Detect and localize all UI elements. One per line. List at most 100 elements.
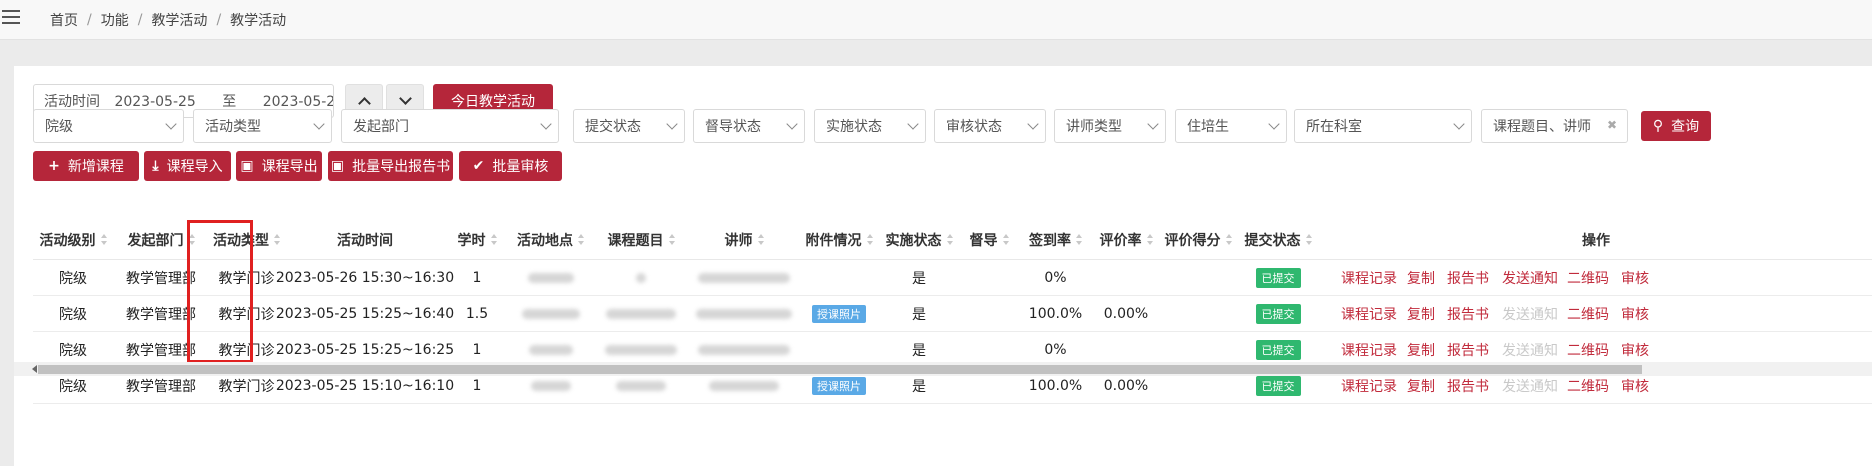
copy-link[interactable]: 复制 <box>1407 296 1435 332</box>
col-submit-status[interactable]: 提交状态 <box>1236 220 1320 260</box>
col-operations-label: 操作 <box>1582 233 1610 249</box>
check-icon: ✔ <box>472 158 485 174</box>
col-submit-status-label: 提交状态 <box>1244 233 1301 249</box>
date-to[interactable]: 2023-05-26 <box>263 94 333 110</box>
sort-icon[interactable] <box>1076 234 1082 246</box>
batch-export-report-button[interactable]: ▣ 批量导出报告书 <box>328 151 453 181</box>
resident-select[interactable]: 住培生 <box>1175 109 1287 143</box>
col-topic[interactable]: 课程题目 <box>593 220 689 260</box>
col-checkin[interactable]: 签到率 <box>1019 220 1092 260</box>
cell-sup <box>959 260 1019 296</box>
audit-link[interactable]: 审核 <box>1621 260 1649 296</box>
cell-evalrate: 0.00% <box>1103 306 1149 322</box>
col-topic-label: 课程题目 <box>607 233 664 249</box>
level-select[interactable]: 院级 <box>33 109 184 143</box>
breadcrumb-function[interactable]: 功能 <box>101 10 129 30</box>
excel-icon: ▣ <box>330 158 345 174</box>
implement-status-value: 实施状态 <box>826 119 882 135</box>
search-icon: ⚲ <box>1652 118 1664 134</box>
sort-icon[interactable] <box>1305 234 1312 246</box>
scrollbar-thumb[interactable] <box>38 365 1642 374</box>
breadcrumb-sep: / <box>87 12 92 28</box>
activity-type-value: 活动类型 <box>205 119 261 135</box>
submit-status-select[interactable]: 提交状态 <box>573 109 685 143</box>
cell-attachment <box>799 260 879 296</box>
attachment-badge[interactable]: 授课照片 <box>812 305 866 323</box>
chevron-down-icon <box>540 118 552 130</box>
breadcrumb-teaching[interactable]: 教学活动 <box>151 10 207 30</box>
cell-topic <box>593 296 689 332</box>
query-label: 查询 <box>1671 119 1700 135</box>
query-button[interactable]: ⚲ 查询 <box>1641 111 1711 141</box>
course-table: 活动级别 发起部门 活动类型 活动时间 学时 活动地点 课程题目 讲师 附件情况… <box>33 220 1872 454</box>
sort-icon[interactable] <box>757 234 764 246</box>
menu-icon[interactable] <box>2 10 20 26</box>
scroll-left-icon[interactable] <box>32 365 37 373</box>
report-link[interactable]: 报告书 <box>1447 296 1489 332</box>
col-attachment[interactable]: 附件情况 <box>799 220 879 260</box>
col-supervise[interactable]: 督导 <box>959 220 1019 260</box>
export-course-button[interactable]: ▣ 课程导出 <box>236 151 322 181</box>
sort-icon[interactable] <box>866 234 873 246</box>
date-range-label: 活动时间 <box>44 94 100 110</box>
col-implement[interactable]: 实施状态 <box>879 220 959 260</box>
date-from[interactable]: 2023-05-25 <box>114 94 195 110</box>
sort-icon[interactable] <box>100 234 107 246</box>
redacted-text <box>696 309 792 319</box>
import-course-button[interactable]: ⤓ 课程导入 <box>144 151 231 181</box>
table-row: 院级 教学管理部 教学门诊 2023-05-26 15:30~16:30 1 是 0% 已提交… <box>33 260 1872 296</box>
batch-export-label: 批量导出报告书 <box>352 159 451 175</box>
chevron-down-icon <box>907 118 919 130</box>
col-hours[interactable]: 学时 <box>446 220 508 260</box>
add-course-button[interactable]: + 新增课程 <box>33 151 139 181</box>
dept-select[interactable]: 发起部门 <box>341 109 559 143</box>
chevron-down-icon <box>666 118 678 130</box>
sort-icon[interactable] <box>946 234 953 246</box>
activity-type-select[interactable]: 活动类型 <box>193 109 332 143</box>
status-badge: 已提交 <box>1255 376 1301 396</box>
send-notice-link[interactable]: 发送通知 <box>1502 260 1558 296</box>
qrcode-link[interactable]: 二维码 <box>1567 260 1609 296</box>
col-eval-rate-label: 评价率 <box>1099 233 1142 249</box>
qrcode-link[interactable]: 二维码 <box>1567 296 1609 332</box>
copy-link[interactable]: 复制 <box>1407 260 1435 296</box>
course-record-link[interactable]: 课程记录 <box>1341 260 1397 296</box>
col-lecturer[interactable]: 讲师 <box>689 220 799 260</box>
horizontal-scrollbar[interactable] <box>14 362 1872 376</box>
clear-icon[interactable]: ✖ <box>1607 118 1617 132</box>
sort-icon[interactable] <box>668 234 675 246</box>
col-lecturer-label: 讲师 <box>724 233 753 249</box>
report-link[interactable]: 报告书 <box>1447 260 1489 296</box>
col-eval-score[interactable]: 评价得分 <box>1160 220 1236 260</box>
cell-score <box>1160 296 1236 332</box>
sort-icon[interactable] <box>1146 234 1153 246</box>
col-location[interactable]: 活动地点 <box>508 220 593 260</box>
course-record-link[interactable]: 课程记录 <box>1341 296 1397 332</box>
sort-icon[interactable] <box>1002 234 1009 246</box>
col-eval-rate[interactable]: 评价率 <box>1092 220 1160 260</box>
col-time[interactable]: 活动时间 <box>284 220 446 260</box>
col-level[interactable]: 活动级别 <box>33 220 113 260</box>
audit-status-select[interactable]: 审核状态 <box>934 109 1046 143</box>
sort-icon[interactable] <box>578 234 584 246</box>
attachment-badge[interactable]: 授课照片 <box>812 377 866 395</box>
search-input[interactable]: 课程题目、讲师 ✖ <box>1481 109 1628 143</box>
chevron-down-icon <box>165 118 177 130</box>
sort-icon[interactable] <box>274 234 280 246</box>
breadcrumb-home[interactable]: 首页 <box>50 10 78 30</box>
audit-link[interactable]: 审核 <box>1621 296 1649 332</box>
chevron-down-icon <box>1268 118 1280 130</box>
sort-icon[interactable] <box>1225 234 1232 246</box>
plus-icon: + <box>48 158 60 174</box>
cell-time: 2023-05-26 15:30~16:30 <box>275 270 455 286</box>
redacted-text <box>530 381 571 391</box>
batch-audit-button[interactable]: ✔ 批量审核 <box>459 151 562 181</box>
sort-icon[interactable] <box>490 234 497 246</box>
level-value: 院级 <box>45 119 73 135</box>
supervise-status-select[interactable]: 督导状态 <box>693 109 805 143</box>
department-select[interactable]: 所在科室 <box>1294 109 1472 143</box>
cell-hours: 1.5 <box>465 306 489 322</box>
implement-status-select[interactable]: 实施状态 <box>814 109 926 143</box>
cell-status: 已提交 <box>1236 296 1320 332</box>
lecturer-type-select[interactable]: 讲师类型 <box>1054 109 1166 143</box>
